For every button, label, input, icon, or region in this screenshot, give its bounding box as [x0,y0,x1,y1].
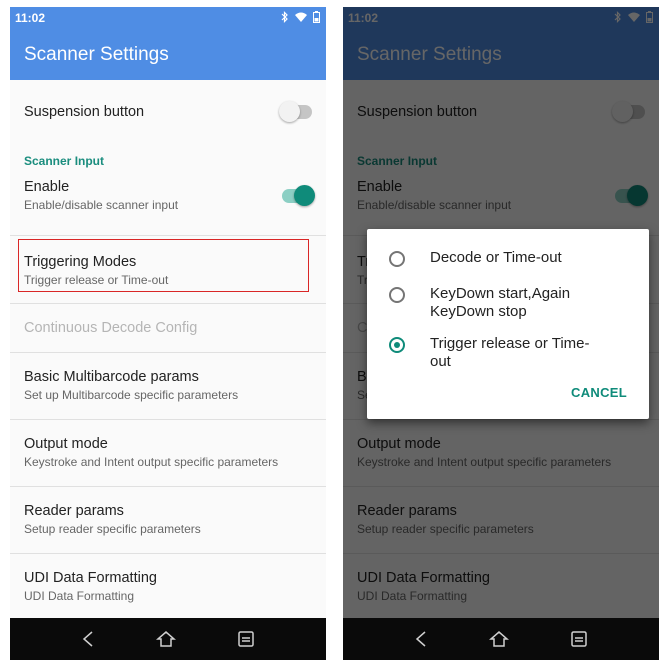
recents-icon[interactable] [237,630,255,648]
option-label: Decode or Time-out [430,249,562,266]
setting-title: Suspension button [24,104,145,120]
enable-toggle[interactable] [282,185,315,206]
setting-title: Reader params [24,503,124,519]
option-keydown-start[interactable]: KeyDown start,Again KeyDown stop [389,285,610,321]
triggering-modes-dialog: Decode or Time-out KeyDown start,Again K… [367,229,649,419]
setting-basic-multibarcode[interactable]: Basic Multibarcode params Set up Multiba… [10,353,326,420]
wifi-icon [295,12,307,22]
setting-enable[interactable]: Enable Enable/disable scanner input [10,172,326,236]
navigation-bar [10,618,326,660]
setting-continuous-decode-config: Continuous Decode Config [10,304,326,353]
section-header-scanner-input: Scanner Input [24,154,105,168]
toggle-knob [294,185,315,206]
radio-button[interactable] [389,251,405,267]
bluetooth-icon [281,11,288,23]
highlight-box [18,239,309,292]
radio-button-selected[interactable] [389,337,405,353]
setting-summary: Set up Multibarcode specific parameters [24,388,239,402]
setting-summary: Keystroke and Intent output specific par… [24,455,279,469]
setting-suspension-button[interactable]: Suspension button [10,80,326,138]
setting-reader-params[interactable]: Reader params Setup reader specific para… [10,487,326,554]
setting-title: Continuous Decode Config [24,320,198,336]
setting-output-mode[interactable]: Output mode Keystroke and Intent output … [10,420,326,487]
status-time: 11:02 [15,11,46,25]
home-icon[interactable] [488,630,509,648]
phone-screen-right: 11:02 Scanner Settings Suspension button… [343,7,659,660]
app-bar: Scanner Settings [10,29,326,80]
option-decode-or-timeout[interactable]: Decode or Time-out [389,249,610,267]
home-icon[interactable] [155,630,176,648]
radio-button[interactable] [389,287,405,303]
back-icon[interactable] [414,630,428,648]
back-icon[interactable] [81,630,95,648]
battery-icon [313,11,320,23]
setting-summary: UDI Data Formatting [24,589,135,603]
setting-summary: Enable/disable scanner input [24,198,179,212]
suspension-toggle[interactable] [279,101,312,122]
setting-title: Output mode [24,436,108,452]
cancel-button[interactable]: CANCEL [571,385,627,400]
option-label: Trigger release or Time-out [430,335,590,370]
toggle-knob [279,101,300,122]
setting-summary: Setup reader specific parameters [24,522,201,536]
setting-title: Enable [24,179,70,195]
setting-title: Basic Multibarcode params [24,369,199,385]
recents-icon[interactable] [570,630,588,648]
setting-title: UDI Data Formatting [24,570,157,586]
navigation-bar [343,618,659,660]
option-trigger-release[interactable]: Trigger release or Time-out [389,335,610,371]
phone-screen-left: 11:02 Scanner Settings Suspension button… [10,7,326,660]
page-title: Scanner Settings [24,43,169,65]
status-bar: 11:02 [10,7,326,29]
option-label: KeyDown start,Again KeyDown stop [430,285,571,320]
setting-udi-data-formatting[interactable]: UDI Data Formatting UDI Data Formatting [10,554,326,621]
status-icons [281,11,320,23]
